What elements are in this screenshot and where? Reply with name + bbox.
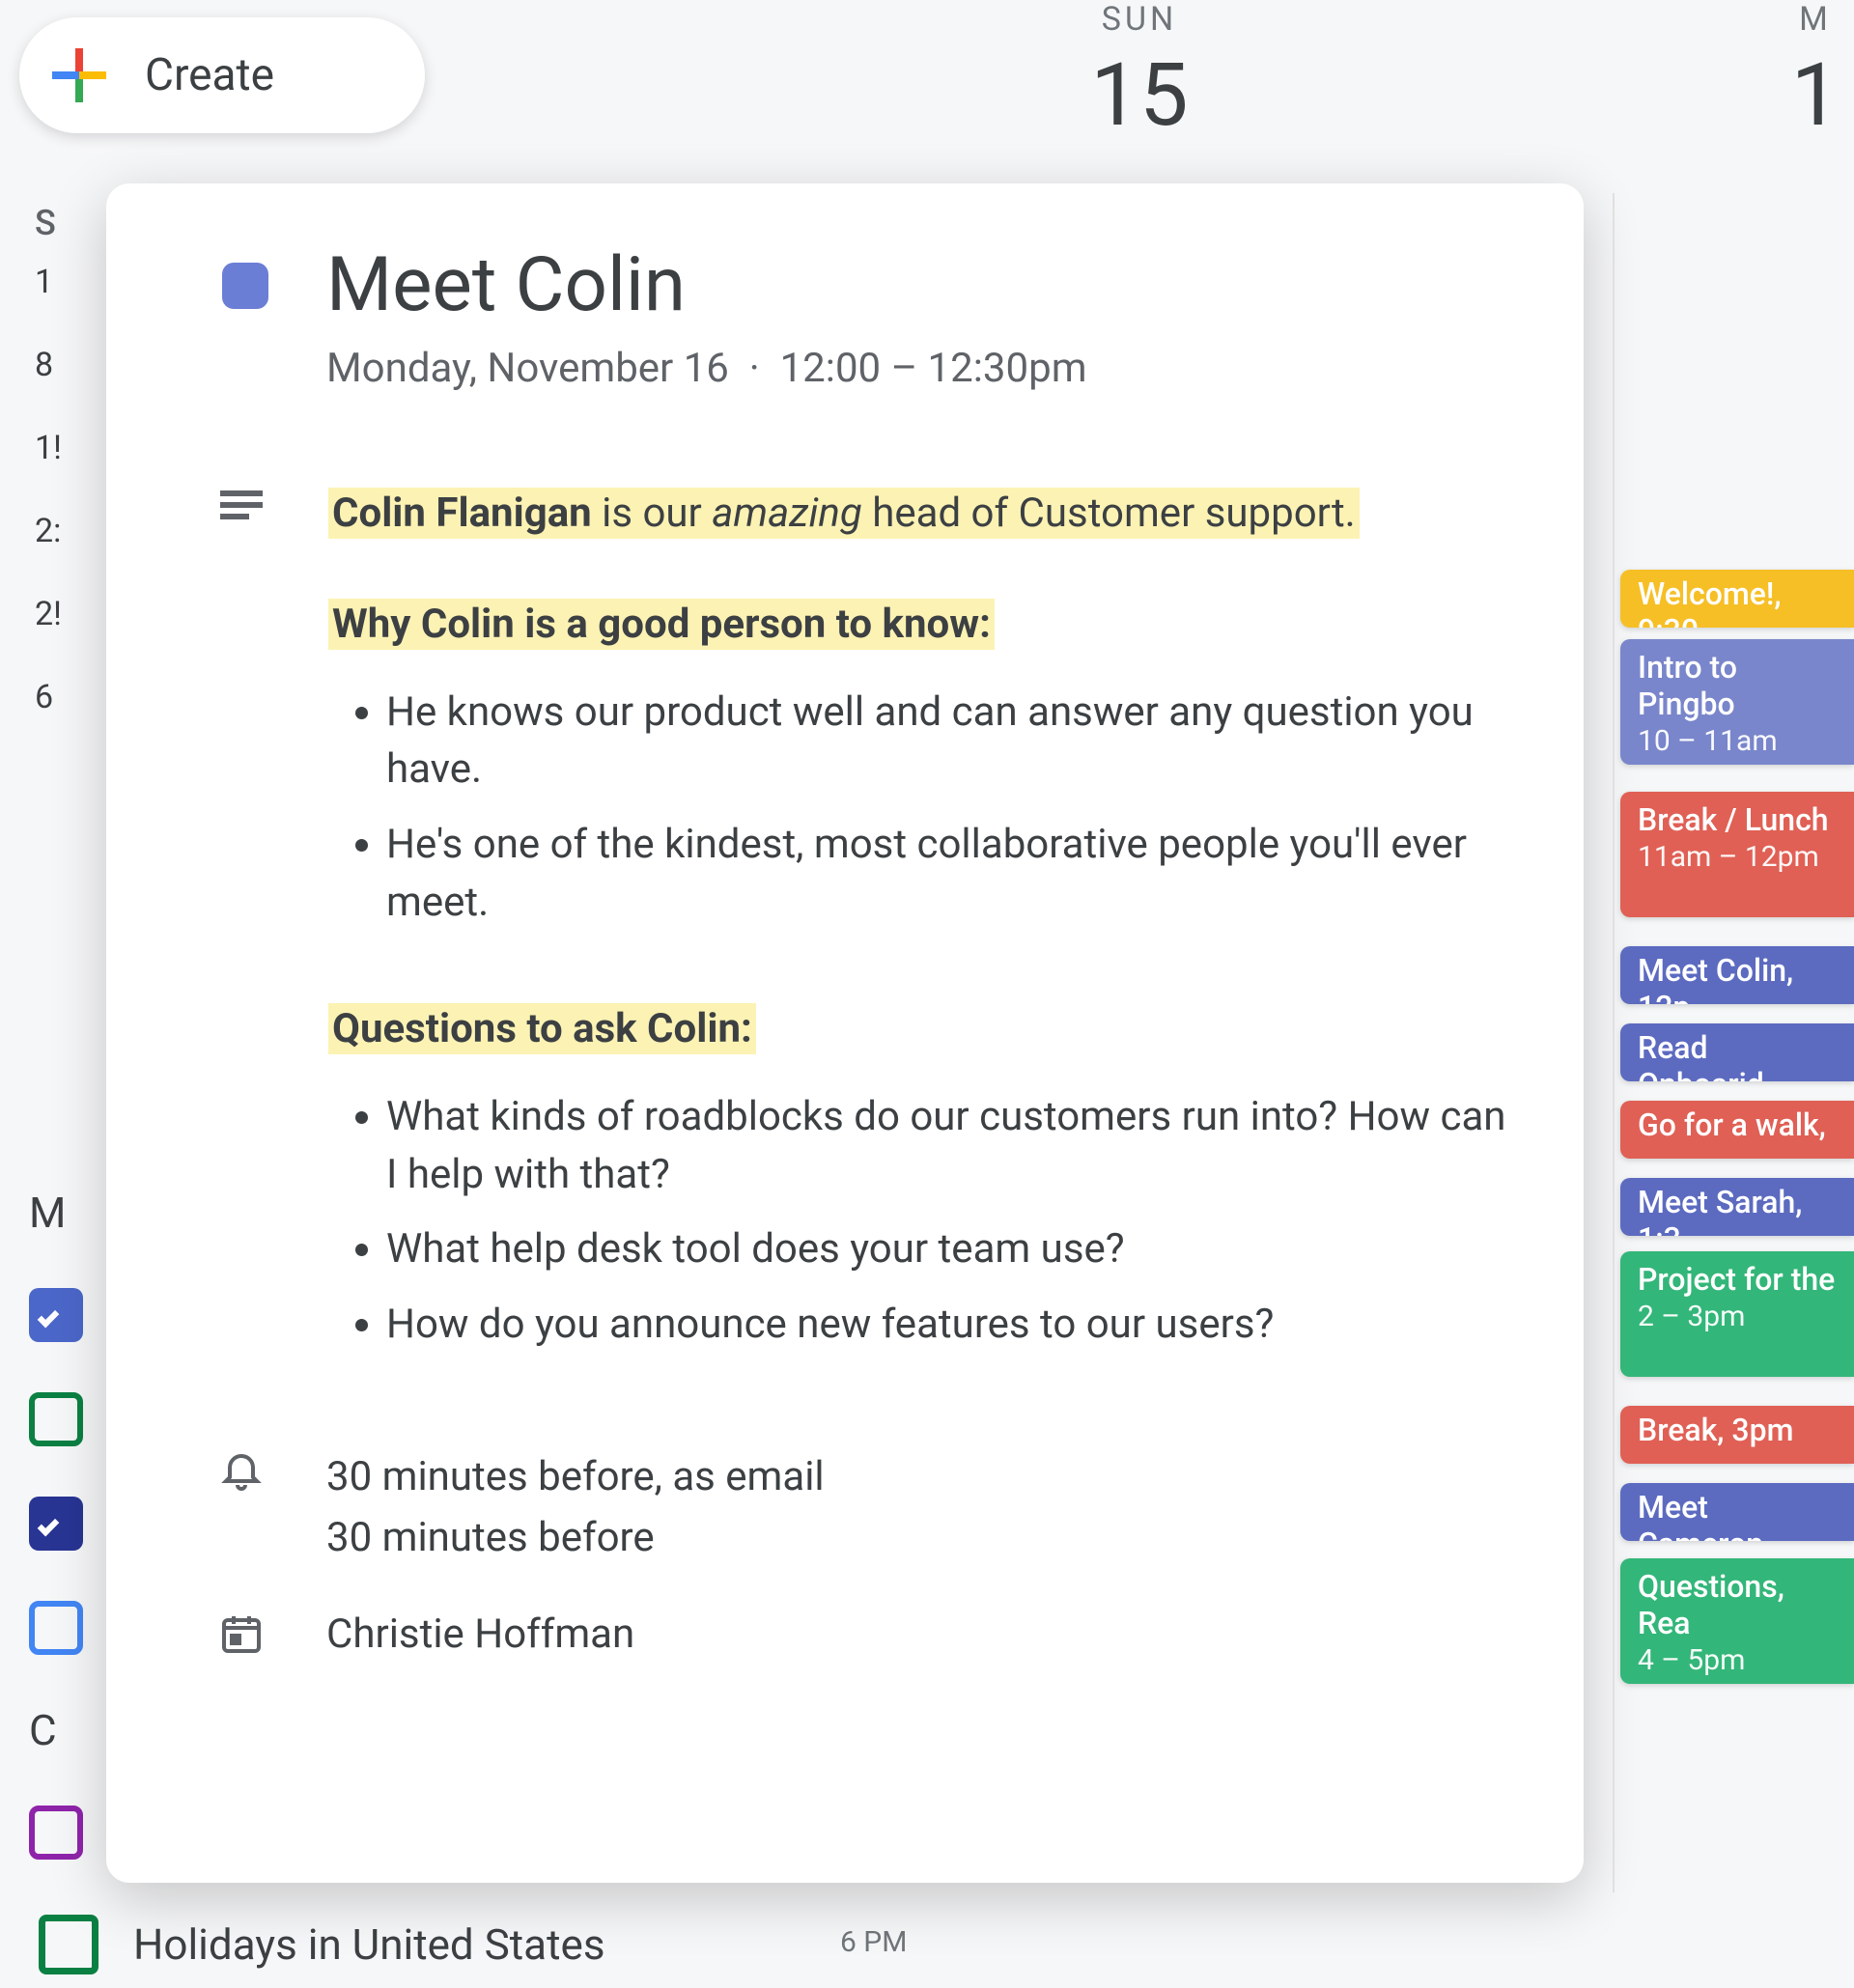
timeline-event[interactable]: Meet Colin, 12p — [1620, 946, 1854, 1004]
calendar-checkbox[interactable] — [29, 1601, 83, 1655]
heading-questions: Questions to ask Colin: — [328, 1003, 756, 1054]
mini-month-row[interactable]: 6 — [35, 678, 112, 716]
heading-why: Why Colin is a good person to know: — [328, 599, 995, 650]
calendar-checkbox[interactable] — [29, 1497, 83, 1551]
event-title: Meet Colin — [326, 241, 686, 329]
timeline-event[interactable]: Questions, Rea4 – 5pm — [1620, 1558, 1854, 1684]
mini-month-row[interactable]: 8 — [35, 346, 112, 384]
timeline-event[interactable]: Welcome!, 9:30 — [1620, 570, 1854, 628]
intro-mid: is our — [592, 490, 712, 537]
intro-name: Colin Flanigan — [332, 490, 592, 537]
event-description: Colin Flanigan is our amazing head of Cu… — [328, 485, 1516, 1371]
create-label: Create — [145, 49, 274, 101]
plus-icon — [52, 48, 106, 102]
description-icon — [212, 485, 270, 1371]
calendar-list: M C — [29, 1188, 83, 1860]
calendar-checkbox[interactable] — [29, 1806, 83, 1860]
event-reminders: 30 minutes before, as email 30 minutes b… — [212, 1446, 1516, 1568]
event-block-title: Questions, Rea — [1638, 1568, 1784, 1641]
timeline-event[interactable]: Read Onboarid — [1620, 1023, 1854, 1081]
event-time: 12:00 – 12:30pm — [780, 345, 1087, 392]
timeline-event[interactable]: Break, 3pm — [1620, 1406, 1854, 1464]
mini-month-row[interactable]: 1! — [35, 429, 112, 467]
event-block-title: Project for the — [1638, 1261, 1835, 1298]
day-abbr: M — [1680, 0, 1854, 39]
event-color-chip — [222, 263, 268, 309]
calendar-checkbox[interactable] — [29, 1288, 83, 1342]
day-headers: SUN 15 M 1 — [1004, 0, 1854, 146]
calendar-label: Holidays in United States — [133, 1919, 605, 1970]
event-block-title: Meet Sarah, 1:3 — [1638, 1184, 1802, 1236]
timeline-event[interactable]: Break / Lunch11am – 12pm — [1620, 792, 1854, 917]
day-abbr: SUN — [1004, 0, 1275, 39]
event-block-title: Meet Colin, 12p — [1638, 952, 1793, 1004]
event-block-title: Meet Cameron — [1638, 1489, 1763, 1541]
event-detail-card: Meet Colin Monday, November 16 · 12:00 –… — [106, 183, 1584, 1883]
organizer-name: Christie Hoffman — [326, 1610, 634, 1658]
timeline-event[interactable]: Intro to Pingbo10 – 11am — [1620, 639, 1854, 765]
day-header-sun[interactable]: SUN 15 — [1004, 0, 1275, 146]
calendar-holidays-row[interactable]: Holidays in United States — [39, 1915, 605, 1974]
event-block-title: Welcome!, 9:30 — [1638, 575, 1781, 628]
mini-month-sidebar: S 1 8 1! 2: 2! 6 — [35, 203, 112, 761]
timeline-event[interactable]: Meet Cameron — [1620, 1483, 1854, 1541]
timeline-event[interactable]: Go for a walk, — [1620, 1101, 1854, 1159]
mini-month-row[interactable]: 1 — [35, 263, 112, 301]
mini-month-header: S — [35, 203, 112, 243]
mini-month-row[interactable]: 2! — [35, 595, 112, 633]
event-block-title: Read Onboarid — [1638, 1029, 1764, 1081]
bullet: What kinds of roadblocks do our customer… — [386, 1088, 1516, 1203]
event-datetime: Monday, November 16 · 12:00 – 12:30pm — [326, 345, 1516, 392]
other-calendars-header: C — [29, 1705, 83, 1755]
timeline-event[interactable]: Meet Sarah, 1:3 — [1620, 1178, 1854, 1236]
calendar-icon — [212, 1610, 270, 1657]
bullet: He's one of the kindest, most collaborat… — [386, 816, 1516, 931]
event-block-title: Intro to Pingbo — [1638, 649, 1737, 722]
day-number: 15 — [1004, 44, 1275, 146]
event-block-time: 2 – 3pm — [1638, 1300, 1840, 1333]
event-block-title: Break / Lunch — [1638, 801, 1829, 838]
bell-icon — [212, 1446, 270, 1493]
event-block-time: 4 – 5pm — [1638, 1643, 1840, 1677]
mini-month-row[interactable]: 2: — [35, 512, 112, 550]
reminder-line: 30 minutes before — [326, 1507, 825, 1568]
day-header-mon[interactable]: M 1 — [1680, 0, 1854, 146]
event-block-time: 10 – 11am — [1638, 724, 1840, 758]
time-label-6pm: 6 PM — [840, 1925, 907, 1959]
day-number: 1 — [1680, 44, 1854, 146]
timeline-event[interactable]: Project for the2 – 3pm — [1620, 1251, 1854, 1377]
create-button[interactable]: Create — [19, 17, 425, 133]
event-date: Monday, November 16 — [326, 345, 729, 392]
calendar-checkbox[interactable] — [39, 1915, 98, 1974]
reminder-line: 30 minutes before, as email — [326, 1446, 825, 1507]
event-description-section: Colin Flanigan is our amazing head of Cu… — [212, 485, 1516, 1371]
bullet: How do you announce new features to our … — [386, 1296, 1516, 1354]
bullets-questions: What kinds of roadblocks do our customer… — [386, 1088, 1516, 1354]
event-block-time: 11am – 12pm — [1638, 840, 1840, 874]
event-organizer: Christie Hoffman — [212, 1610, 1516, 1658]
sep: · — [739, 345, 779, 392]
bullets-why: He knows our product well and can answer… — [386, 684, 1516, 932]
my-calendars-header: M — [29, 1188, 83, 1238]
intro-tail: head of Customer support. — [862, 490, 1356, 537]
intro-em: amazing — [712, 490, 862, 537]
event-block-title: Go for a walk, — [1638, 1106, 1826, 1143]
calendar-checkbox[interactable] — [29, 1392, 83, 1446]
day-timeline[interactable]: Welcome!, 9:30 Intro to Pingbo10 – 11am Br… — [1613, 193, 1854, 1892]
bullet: What help desk tool does your team use? — [386, 1220, 1516, 1278]
event-block-title: Break, 3pm — [1638, 1412, 1793, 1448]
bullet: He knows our product well and can answer… — [386, 684, 1516, 798]
